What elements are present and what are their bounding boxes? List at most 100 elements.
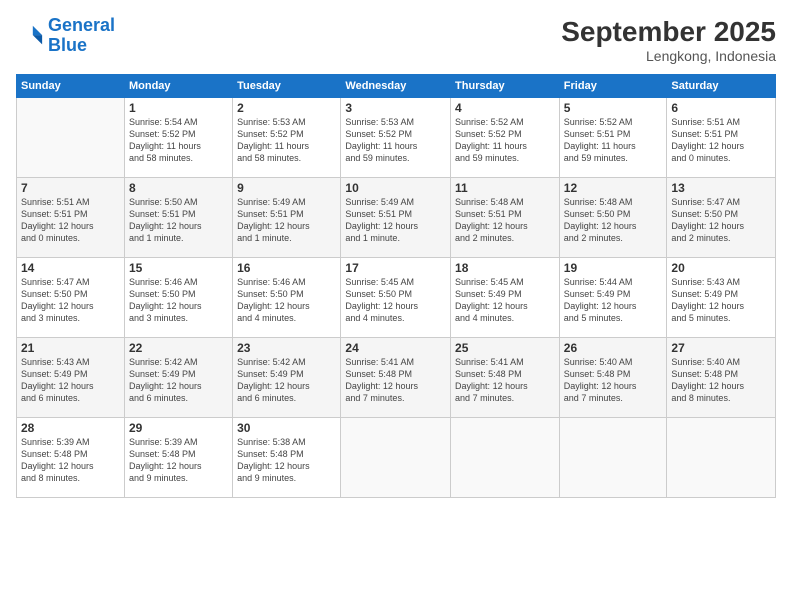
day-number: 6 xyxy=(671,101,771,115)
logo-line2: Blue xyxy=(48,35,87,55)
title-block: September 2025 Lengkong, Indonesia xyxy=(561,16,776,64)
day-number: 19 xyxy=(564,261,663,275)
day-cell: 28Sunrise: 5:39 AM Sunset: 5:48 PM Dayli… xyxy=(17,418,125,498)
day-number: 27 xyxy=(671,341,771,355)
day-info: Sunrise: 5:40 AM Sunset: 5:48 PM Dayligh… xyxy=(671,356,771,405)
col-wednesday: Wednesday xyxy=(341,75,451,98)
day-cell: 15Sunrise: 5:46 AM Sunset: 5:50 PM Dayli… xyxy=(124,258,232,338)
day-number: 14 xyxy=(21,261,120,275)
day-info: Sunrise: 5:53 AM Sunset: 5:52 PM Dayligh… xyxy=(345,116,446,165)
day-number: 28 xyxy=(21,421,120,435)
day-number: 3 xyxy=(345,101,446,115)
week-row-3: 14Sunrise: 5:47 AM Sunset: 5:50 PM Dayli… xyxy=(17,258,776,338)
location: Lengkong, Indonesia xyxy=(561,48,776,64)
day-cell: 30Sunrise: 5:38 AM Sunset: 5:48 PM Dayli… xyxy=(233,418,341,498)
day-number: 9 xyxy=(237,181,336,195)
day-cell: 18Sunrise: 5:45 AM Sunset: 5:49 PM Dayli… xyxy=(451,258,560,338)
day-cell: 4Sunrise: 5:52 AM Sunset: 5:52 PM Daylig… xyxy=(451,98,560,178)
day-cell: 22Sunrise: 5:42 AM Sunset: 5:49 PM Dayli… xyxy=(124,338,232,418)
week-row-5: 28 Sunrise: 5:39 AM Sunset: 5:48 PM Dayli… xyxy=(17,418,776,498)
day-cell: 10Sunrise: 5:49 AM Sunset: 5:51 PM Dayli… xyxy=(341,178,451,258)
day-info: Sunrise: 5:47 AM Sunset: 5:50 PM Dayligh… xyxy=(21,276,120,325)
day-info: Sunrise: 5:50 AM Sunset: 5:51 PM Dayligh… xyxy=(129,196,228,245)
day-cell: 7Sunrise: 5:51 AM Sunset: 5:51 PM Daylig… xyxy=(17,178,125,258)
day-cell: 5Sunrise: 5:52 AM Sunset: 5:51 PM Daylig… xyxy=(559,98,667,178)
day-info: Sunrise: 5:47 AM Sunset: 5:50 PM Dayligh… xyxy=(671,196,771,245)
day-cell xyxy=(451,418,560,498)
day-number: 18 xyxy=(455,261,555,275)
page: General Blue September 2025 Lengkong, In… xyxy=(0,0,792,612)
day-cell xyxy=(667,418,776,498)
day-cell: 3Sunrise: 5:53 AM Sunset: 5:52 PM Daylig… xyxy=(341,98,451,178)
day-info: Sunrise: 5:49 AM Sunset: 5:51 PM Dayligh… xyxy=(345,196,446,245)
day-cell: 6Sunrise: 5:51 AM Sunset: 5:51 PM Daylig… xyxy=(667,98,776,178)
day-cell: 21Sunrise: 5:43 AM Sunset: 5:49 PM Dayli… xyxy=(17,338,125,418)
day-cell: 2Sunrise: 5:53 AM Sunset: 5:52 PM Daylig… xyxy=(233,98,341,178)
day-cell: 27Sunrise: 5:40 AM Sunset: 5:48 PM Dayli… xyxy=(667,338,776,418)
day-info: Sunrise: 5:53 AM Sunset: 5:52 PM Dayligh… xyxy=(237,116,336,165)
day-info: Sunrise: 5:51 AM Sunset: 5:51 PM Dayligh… xyxy=(671,116,771,165)
day-info: Sunrise: 5:42 AM Sunset: 5:49 PM Dayligh… xyxy=(129,356,228,405)
day-number: 12 xyxy=(564,181,663,195)
day-cell: 17Sunrise: 5:45 AM Sunset: 5:50 PM Dayli… xyxy=(341,258,451,338)
day-info: Sunrise: 5:43 AM Sunset: 5:49 PM Dayligh… xyxy=(671,276,771,325)
logo: General Blue xyxy=(16,16,115,56)
col-saturday: Saturday xyxy=(667,75,776,98)
day-cell xyxy=(17,98,125,178)
day-info: Sunrise: 5:45 AM Sunset: 5:50 PM Dayligh… xyxy=(345,276,446,325)
calendar: Sunday Monday Tuesday Wednesday Thursday… xyxy=(16,74,776,498)
day-info: Sunrise: 5:48 AM Sunset: 5:51 PM Dayligh… xyxy=(455,196,555,245)
day-info: Sunrise: 5:39 AM Sunset: 5:48 PM Dayligh… xyxy=(129,436,228,485)
day-info: Sunrise: 5:40 AM Sunset: 5:48 PM Dayligh… xyxy=(564,356,663,405)
day-cell: 1Sunrise: 5:54 AM Sunset: 5:52 PM Daylig… xyxy=(124,98,232,178)
col-friday: Friday xyxy=(559,75,667,98)
day-info: Sunrise: 5:49 AM Sunset: 5:51 PM Dayligh… xyxy=(237,196,336,245)
logo-text: General Blue xyxy=(48,16,115,56)
day-number: 8 xyxy=(129,181,228,195)
day-cell: 9Sunrise: 5:49 AM Sunset: 5:51 PM Daylig… xyxy=(233,178,341,258)
day-cell: 11Sunrise: 5:48 AM Sunset: 5:51 PM Dayli… xyxy=(451,178,560,258)
day-info: Sunrise: 5:45 AM Sunset: 5:49 PM Dayligh… xyxy=(455,276,555,325)
day-number: 16 xyxy=(237,261,336,275)
day-number: 24 xyxy=(345,341,446,355)
day-number: 1 xyxy=(129,101,228,115)
day-number: 10 xyxy=(345,181,446,195)
day-info: Sunrise: 5:51 AM Sunset: 5:51 PM Dayligh… xyxy=(21,196,120,245)
day-number: 23 xyxy=(237,341,336,355)
day-cell: 12Sunrise: 5:48 AM Sunset: 5:50 PM Dayli… xyxy=(559,178,667,258)
day-number: 5 xyxy=(564,101,663,115)
day-cell xyxy=(341,418,451,498)
day-cell: 19Sunrise: 5:44 AM Sunset: 5:49 PM Dayli… xyxy=(559,258,667,338)
col-tuesday: Tuesday xyxy=(233,75,341,98)
day-number: 30 xyxy=(237,421,336,435)
day-cell: 23Sunrise: 5:42 AM Sunset: 5:49 PM Dayli… xyxy=(233,338,341,418)
week-row-1: 1Sunrise: 5:54 AM Sunset: 5:52 PM Daylig… xyxy=(17,98,776,178)
day-number: 2 xyxy=(237,101,336,115)
day-info: Sunrise: 5:43 AM Sunset: 5:49 PM Dayligh… xyxy=(21,356,120,405)
day-info: Sunrise: 5:52 AM Sunset: 5:52 PM Dayligh… xyxy=(455,116,555,165)
col-thursday: Thursday xyxy=(451,75,560,98)
day-cell: 20Sunrise: 5:43 AM Sunset: 5:49 PM Dayli… xyxy=(667,258,776,338)
day-cell: 8Sunrise: 5:50 AM Sunset: 5:51 PM Daylig… xyxy=(124,178,232,258)
logo-icon xyxy=(16,22,44,50)
day-cell: 13Sunrise: 5:47 AM Sunset: 5:50 PM Dayli… xyxy=(667,178,776,258)
day-number: 13 xyxy=(671,181,771,195)
day-number: 20 xyxy=(671,261,771,275)
day-number: 21 xyxy=(21,341,120,355)
day-info: Sunrise: 5:46 AM Sunset: 5:50 PM Dayligh… xyxy=(129,276,228,325)
day-cell: 25Sunrise: 5:41 AM Sunset: 5:48 PM Dayli… xyxy=(451,338,560,418)
month-title: September 2025 xyxy=(561,16,776,48)
week-row-4: 21Sunrise: 5:43 AM Sunset: 5:49 PM Dayli… xyxy=(17,338,776,418)
day-cell: 16Sunrise: 5:46 AM Sunset: 5:50 PM Dayli… xyxy=(233,258,341,338)
day-info: Sunrise: 5:41 AM Sunset: 5:48 PM Dayligh… xyxy=(455,356,555,405)
day-number: 11 xyxy=(455,181,555,195)
day-info: Sunrise: 5:52 AM Sunset: 5:51 PM Dayligh… xyxy=(564,116,663,165)
day-cell: 14Sunrise: 5:47 AM Sunset: 5:50 PM Dayli… xyxy=(17,258,125,338)
header-row: Sunday Monday Tuesday Wednesday Thursday… xyxy=(17,75,776,98)
day-info: Sunrise: 5:38 AM Sunset: 5:48 PM Dayligh… xyxy=(237,436,336,485)
day-number: 7 xyxy=(21,181,120,195)
day-number: 26 xyxy=(564,341,663,355)
day-info: Sunrise: 5:44 AM Sunset: 5:49 PM Dayligh… xyxy=(564,276,663,325)
day-number: 25 xyxy=(455,341,555,355)
day-info: Sunrise: 5:42 AM Sunset: 5:49 PM Dayligh… xyxy=(237,356,336,405)
